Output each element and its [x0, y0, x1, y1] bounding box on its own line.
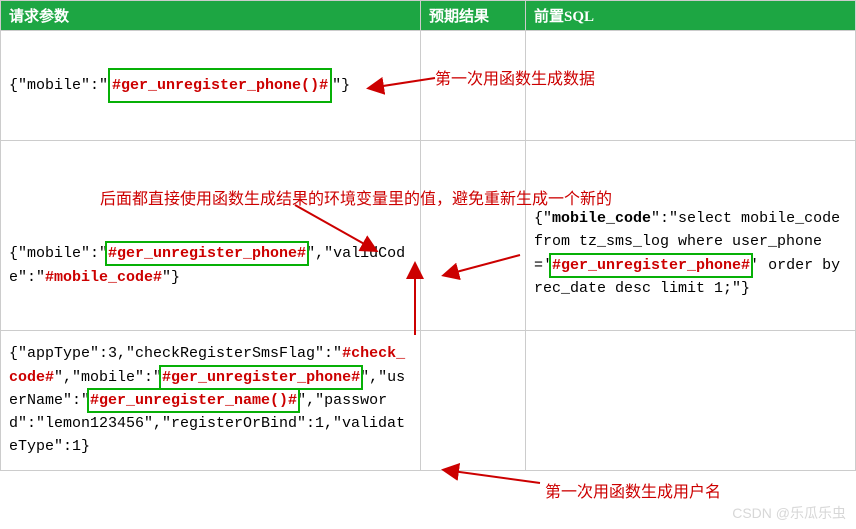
row3-hl2: #ger_unregister_phone#: [162, 369, 360, 386]
params-table: 请求参数 预期结果 前置SQL {"mobile":"#ger_unregist…: [0, 0, 856, 471]
row3-p2: ","mobile":": [54, 369, 162, 386]
row3-p1: {"appType":3,"checkRegisterSmsFlag":": [9, 345, 342, 362]
annotation-1: 第一次用函数生成数据: [435, 65, 595, 89]
row3-hl3: #ger_unregister_name()#: [90, 392, 297, 409]
sql-key: mobile_code: [552, 210, 651, 227]
row2-json: {"mobile":"#ger_unregister_phone#","vali…: [9, 242, 412, 289]
row1-hl: #ger_unregister_phone()#: [112, 77, 328, 94]
table-row: {"mobile":"#ger_unregister_phone()#"}: [1, 31, 856, 141]
table-row: {"mobile":"#ger_unregister_phone#","vali…: [1, 141, 856, 331]
row2-sql: {"mobile_code":"select mobile_code from …: [534, 207, 847, 300]
row2-hl2: #mobile_code#: [45, 269, 162, 286]
watermark: CSDN @乐瓜乐虫: [732, 503, 846, 523]
row1-pre: {"mobile":": [9, 77, 108, 94]
header-sql: 前置SQL: [526, 1, 856, 31]
sql-pre: {": [534, 210, 552, 227]
row2-hl1: #ger_unregister_phone#: [108, 245, 306, 262]
row1-json: {"mobile":"#ger_unregister_phone()#"}: [9, 68, 412, 103]
header-request-params: 请求参数: [1, 1, 421, 31]
header-expected: 预期结果: [421, 1, 526, 31]
row2-post: "}: [162, 269, 180, 286]
row3-json: {"appType":3,"checkRegisterSmsFlag":"#ch…: [9, 342, 412, 458]
annotation-2: 后面都直接使用函数生成结果的环境变量里的值，避免重新生成一个新的: [100, 185, 612, 209]
sql-hl: #ger_unregister_phone#: [552, 257, 750, 274]
row1-post: "}: [332, 77, 350, 94]
annotation-3: 第一次用函数生成用户名: [545, 478, 721, 502]
table-row: {"appType":3,"checkRegisterSmsFlag":"#ch…: [1, 331, 856, 471]
row2-pre: {"mobile":": [9, 245, 108, 262]
